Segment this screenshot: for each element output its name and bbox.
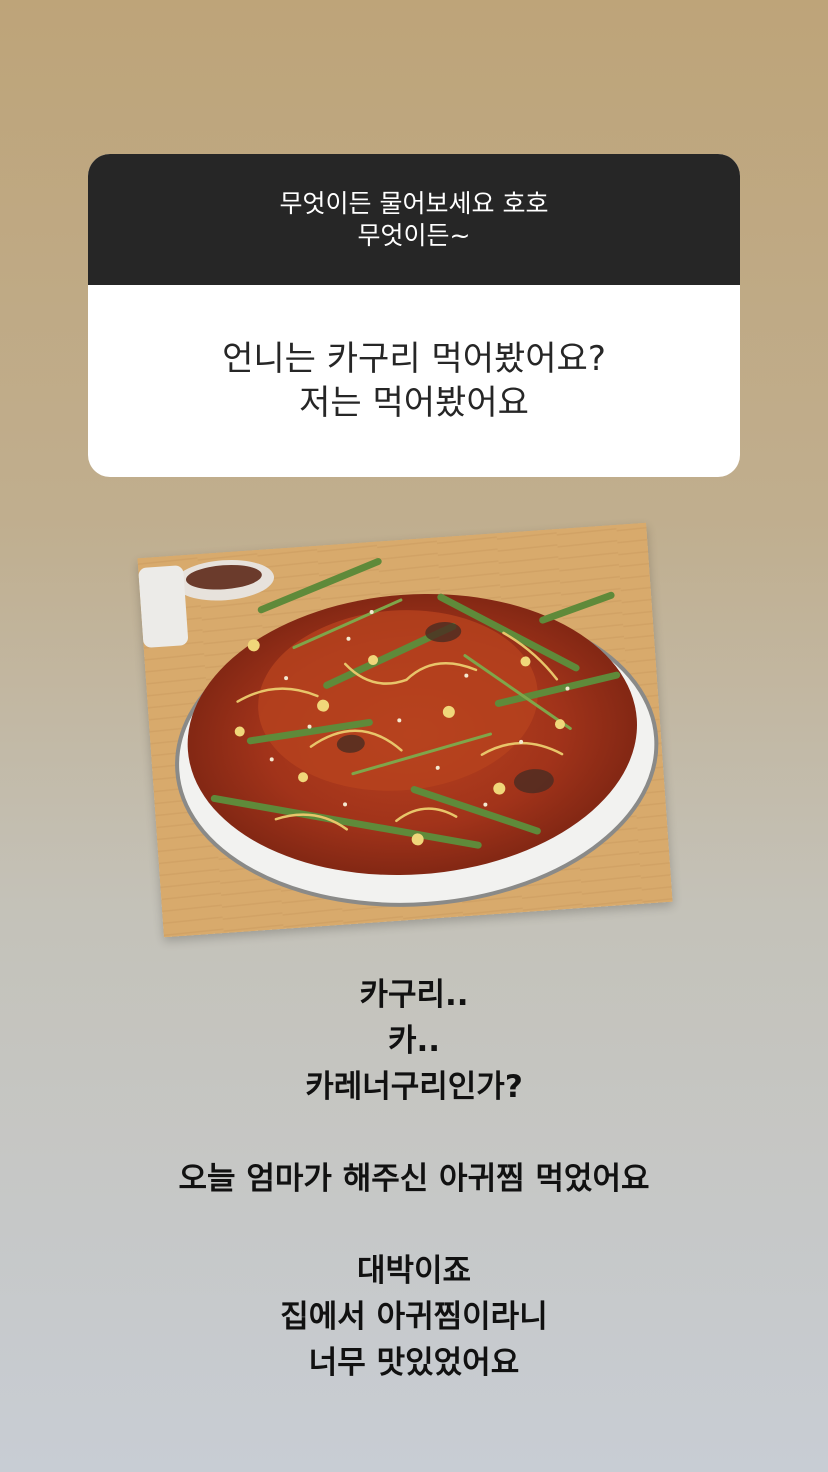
caption-line: 너무 맛있었어요 xyxy=(308,1345,520,1381)
caption-line: 카.. xyxy=(387,1023,441,1059)
question-prompt-line-1: 무엇이든 물어보세요 호호 xyxy=(279,188,549,218)
caption-line: 카레너구리인가? xyxy=(305,1069,523,1105)
food-photo-image xyxy=(137,522,673,938)
question-sticker[interactable]: 무엇이든 물어보세요 호호 무엇이든~ 언니는 카구리 먹어봤어요? 저는 먹어… xyxy=(88,154,740,477)
caption-line: 집에서 아귀찜이라니 xyxy=(280,1299,548,1335)
caption-line: 오늘 엄마가 해주신 아귀찜 먹었어요 xyxy=(178,1161,650,1197)
caption-line: 카구리.. xyxy=(359,977,469,1013)
caption-line: 대박이죠 xyxy=(356,1253,472,1289)
story-caption: 카구리.. 카.. 카레너구리인가? 오늘 엄마가 해주신 아귀찜 먹었어요 대… xyxy=(0,972,828,1386)
question-answer: 언니는 카구리 먹어봤어요? 저는 먹어봤어요 xyxy=(88,285,740,477)
question-answer-line-2: 저는 먹어봤어요 xyxy=(299,383,529,423)
question-prompt: 무엇이든 물어보세요 호호 무엇이든~ xyxy=(88,154,740,285)
question-prompt-line-2: 무엇이든~ xyxy=(357,220,471,250)
question-answer-line-1: 언니는 카구리 먹어봤어요? xyxy=(222,339,606,379)
food-photo xyxy=(137,522,673,938)
instagram-story-screen: { "question_sticker": { "prompt_lines": … xyxy=(0,0,828,1472)
